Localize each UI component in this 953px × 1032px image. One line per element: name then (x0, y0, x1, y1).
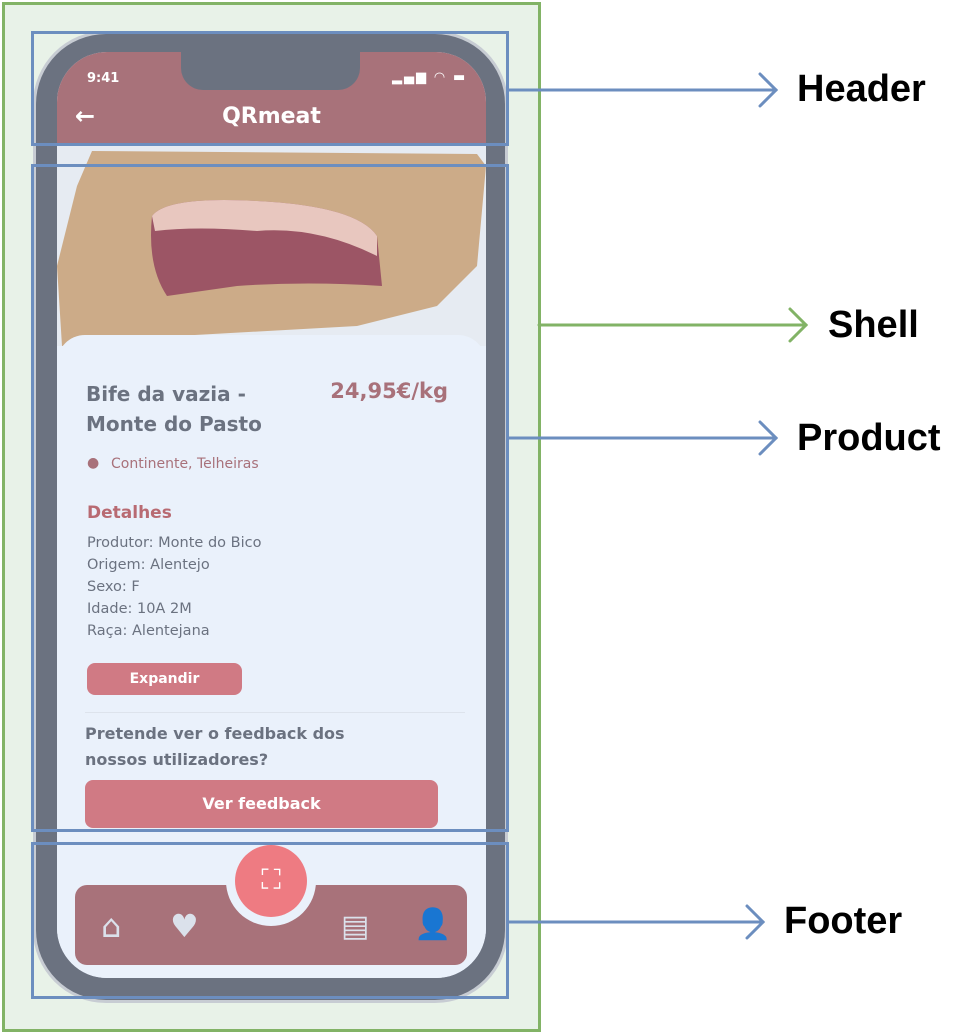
footer-label: Footer (784, 900, 903, 942)
header-label: Header (797, 68, 926, 110)
annotation-arrows (507, 72, 809, 940)
footer-arrow (507, 904, 766, 940)
product-label: Product (797, 417, 941, 459)
shell-arrow (537, 307, 809, 343)
product-arrow (507, 420, 779, 456)
header-arrow (507, 72, 779, 108)
shell-label: Shell (828, 304, 919, 346)
